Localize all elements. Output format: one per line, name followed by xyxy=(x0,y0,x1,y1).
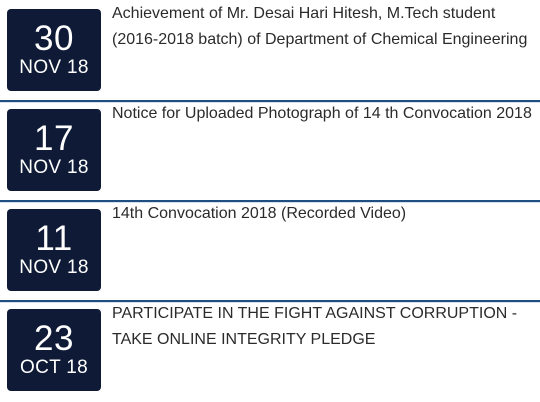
news-title-link[interactable]: PARTICIPATE IN THE FIGHT AGAINST CORRUPT… xyxy=(112,301,536,353)
news-item: 23 OCT 18 PARTICIPATE IN THE FIGHT AGAIN… xyxy=(0,300,540,400)
news-title-link[interactable]: Achievement of Mr. Desai Hari Hitesh, M.… xyxy=(112,1,536,53)
date-day: 11 xyxy=(35,219,73,258)
news-title-link[interactable]: 14th Convocation 2018 (Recorded Video) xyxy=(112,201,536,227)
date-badge: 23 OCT 18 xyxy=(7,309,101,391)
news-item: 11 NOV 18 14th Convocation 2018 (Recorde… xyxy=(0,200,540,300)
date-badge: 11 NOV 18 xyxy=(7,209,101,291)
date-day: 17 xyxy=(34,119,74,158)
news-item: 17 NOV 18 Notice for Uploaded Photograph… xyxy=(0,100,540,200)
date-day: 23 xyxy=(34,319,74,358)
date-month-year: NOV 18 xyxy=(19,257,89,278)
news-title-link[interactable]: Notice for Uploaded Photograph of 14 th … xyxy=(112,101,536,127)
date-day: 30 xyxy=(34,19,74,58)
news-item: 30 NOV 18 Achievement of Mr. Desai Hari … xyxy=(0,0,540,100)
news-list: 30 NOV 18 Achievement of Mr. Desai Hari … xyxy=(0,0,540,402)
date-month-year: NOV 18 xyxy=(19,57,89,78)
date-badge: 30 NOV 18 xyxy=(7,9,101,91)
date-month-year: NOV 18 xyxy=(19,157,89,178)
date-badge: 17 NOV 18 xyxy=(7,109,101,191)
date-month-year: OCT 18 xyxy=(20,357,88,378)
